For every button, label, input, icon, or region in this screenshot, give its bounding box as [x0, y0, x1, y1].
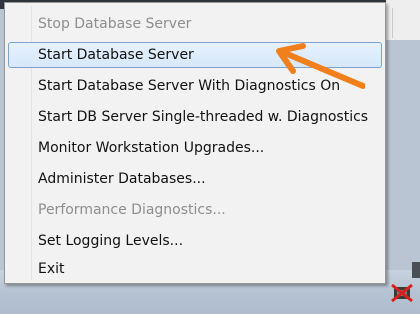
menu-item-start-database-server-with-diagnostics[interactable]: Start Database Server With Diagnostics O… — [8, 73, 382, 99]
menu-item-administer-databases[interactable]: Administer Databases... — [8, 166, 382, 192]
database-server-stopped-icon[interactable] — [389, 282, 415, 304]
menu-item-stop-database-server: Stop Database Server — [38, 16, 192, 32]
tray-context-menu: Stop Database Server Start Database Serv… — [4, 2, 386, 284]
menu-item-start-db-server-single-threaded[interactable]: Start DB Server Single-threaded w. Diagn… — [8, 104, 382, 130]
menu-item-set-logging-levels[interactable]: Set Logging Levels... — [8, 228, 382, 254]
menu-item-performance-diagnostics: Performance Diagnostics... — [38, 202, 226, 218]
menu-item-monitor-workstation-upgrades[interactable]: Monitor Workstation Upgrades... — [8, 135, 382, 161]
taskbar-handle — [412, 262, 420, 278]
divider — [392, 8, 393, 38]
menu-item-exit[interactable]: Exit — [8, 256, 382, 282]
menu-item-start-database-server[interactable]: Start Database Server — [8, 42, 382, 68]
